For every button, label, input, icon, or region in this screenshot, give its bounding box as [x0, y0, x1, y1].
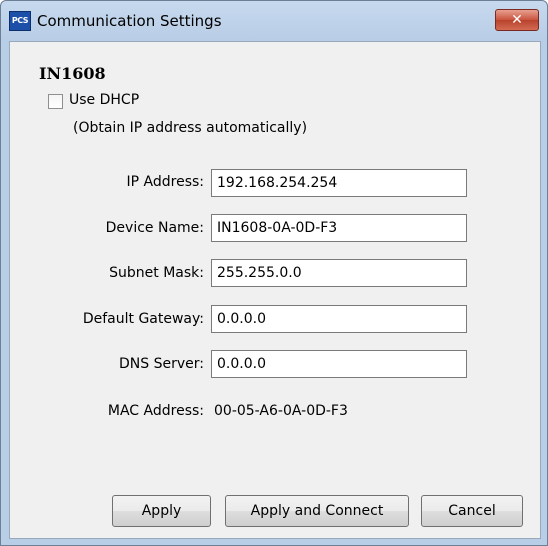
communication-settings-window: PCS Communication Settings ✕ IN1608 Use …: [0, 0, 548, 546]
apply-button[interactable]: Apply: [112, 495, 211, 527]
pcs-app-icon: PCS: [9, 11, 31, 31]
dhcp-note: (Obtain IP address automatically): [73, 120, 308, 136]
subnet-mask-input[interactable]: [211, 259, 467, 287]
apply-and-connect-button[interactable]: Apply and Connect: [225, 495, 409, 527]
subnet-mask-label: Subnet Mask:: [109, 265, 204, 281]
default-gateway-label: Default Gateway:: [82, 311, 204, 327]
dialog-client-area: [9, 41, 541, 539]
title-bar[interactable]: PCS Communication Settings ✕: [1, 1, 547, 41]
dns-server-input[interactable]: [211, 350, 467, 378]
device-name-label: Device Name:: [105, 220, 204, 236]
default-gateway-input[interactable]: [211, 305, 467, 333]
ip-address-label: IP Address:: [126, 174, 205, 190]
close-icon: ✕: [511, 12, 523, 28]
ip-address-input[interactable]: [211, 169, 467, 197]
device-name-input[interactable]: [211, 214, 467, 242]
close-button[interactable]: ✕: [495, 9, 539, 31]
dns-server-label: DNS Server:: [119, 356, 204, 372]
cancel-button[interactable]: Cancel: [421, 495, 523, 527]
device-name-heading: IN1608: [39, 64, 106, 83]
mac-address-value: 00-05-A6-0A-0D-F3: [214, 403, 348, 419]
use-dhcp-checkbox[interactable]: [48, 94, 63, 109]
use-dhcp-label[interactable]: Use DHCP: [69, 92, 139, 108]
window-title: Communication Settings: [37, 12, 222, 30]
mac-address-label: MAC Address:: [107, 403, 204, 419]
